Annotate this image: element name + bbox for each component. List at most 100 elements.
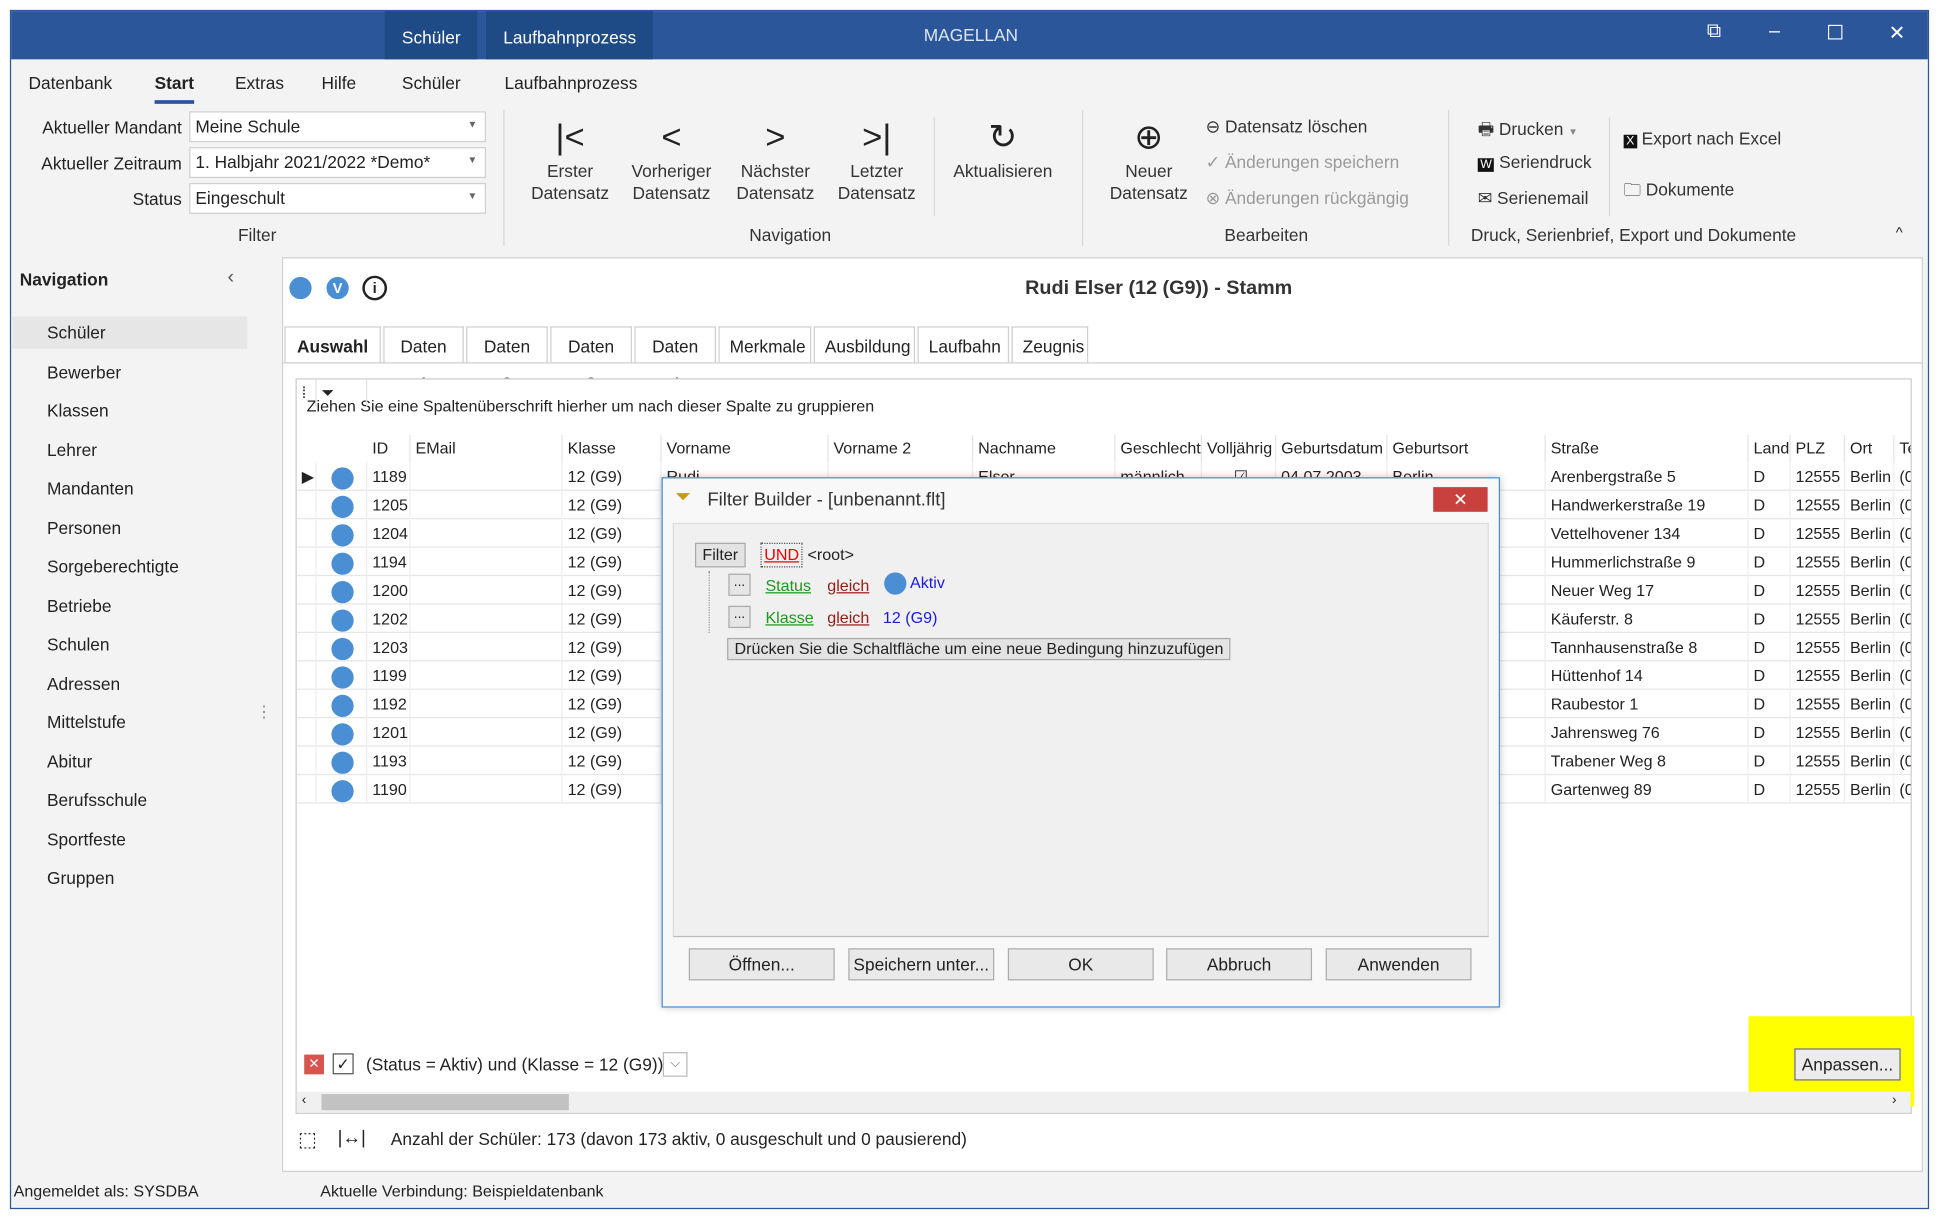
row-indicator[interactable] (296, 547, 317, 577)
cancel-button[interactable]: Abbruch (1166, 948, 1313, 981)
grid-cell[interactable]: Berlin (1845, 547, 1895, 577)
row-indicator[interactable] (296, 689, 317, 719)
grid-cell[interactable] (410, 632, 563, 662)
grid-cell[interactable]: Berlin (1845, 661, 1895, 690)
grid-cell[interactable]: 1190 (367, 775, 411, 804)
grid-cell[interactable]: 1193 (367, 746, 411, 776)
menu-schueler[interactable]: Schüler (402, 73, 461, 93)
group-operator[interactable]: UND (760, 542, 803, 568)
grid-cell[interactable]: 12555 (1790, 775, 1846, 804)
grid-cell[interactable] (410, 462, 563, 491)
collapse-ribbon-icon[interactable]: ^ (1896, 224, 1903, 241)
dialog-close-button[interactable]: ✕ (1433, 487, 1488, 512)
condition-value[interactable]: Aktiv (884, 572, 945, 595)
previous-record-button[interactable]: < Vorheriger Datensatz (624, 115, 718, 204)
info-icon[interactable]: i (362, 275, 388, 301)
grid-cell[interactable]: 1189 (367, 462, 411, 491)
tab[interactable]: Merkmale (718, 326, 812, 364)
filter-history-dropdown[interactable]: ⌵ (662, 1052, 688, 1077)
clear-filter-icon[interactable]: ✕ (304, 1054, 324, 1075)
grid-cell[interactable]: 12555 (1790, 576, 1846, 605)
grid-cell[interactable]: (0 (1894, 775, 1911, 804)
nav-item[interactable]: Klassen (12, 394, 247, 426)
grid-cell[interactable]: (0 (1894, 462, 1911, 491)
grid-cell[interactable]: 12 (G9) (562, 775, 662, 804)
grid-cell[interactable]: D (1748, 746, 1791, 776)
grid-cell[interactable]: D (1748, 576, 1791, 605)
tab[interactable]: Ausbildung (813, 326, 916, 364)
column-header[interactable]: Vorname 2 (829, 435, 974, 463)
grid-cell[interactable]: Hüttenhof 14 (1545, 661, 1749, 690)
grid-cell[interactable]: 12 (G9) (562, 576, 662, 605)
filter-root-button[interactable]: Filter (694, 542, 746, 568)
fit-columns-icon[interactable]: |↔| (338, 1128, 366, 1149)
filter-enabled-checkbox[interactable]: ✓ (332, 1053, 354, 1075)
grid-cell[interactable]: (0 (1894, 661, 1911, 690)
tab[interactable]: Zeugnis (1011, 326, 1089, 364)
grid-cell[interactable]: 1201 (367, 718, 411, 747)
nav-item[interactable]: Abitur (12, 745, 247, 777)
close-button[interactable]: ✕ (1878, 21, 1915, 46)
v-icon[interactable]: V (326, 276, 349, 300)
column-header[interactable]: Vorname (662, 435, 829, 463)
grid-cell[interactable]: Neuer Weg 17 (1545, 576, 1749, 605)
mandant-select[interactable]: Meine Schule ▼ (189, 111, 486, 143)
grid-cell[interactable]: (0 (1894, 747, 1911, 776)
row-indicator[interactable] (296, 490, 317, 520)
grid-cell[interactable]: 12 (G9) (562, 547, 662, 577)
filter-expression[interactable]: (Status = Aktiv) und (Klasse = 12 (G9)) (366, 1055, 663, 1075)
grid-cell[interactable]: 12555 (1790, 661, 1846, 690)
new-record-button[interactable]: ⊕ Neuer Datensatz (1099, 115, 1198, 204)
condition-value[interactable]: 12 (G9) (883, 608, 938, 627)
next-record-button[interactable]: > Nächster Datensatz (728, 115, 822, 204)
grid-cell[interactable]: (0 (1894, 576, 1911, 605)
grid-cell[interactable]: Handwerkerstraße 19 (1545, 490, 1749, 520)
nav-item[interactable]: Mittelstufe (12, 706, 247, 738)
column-header[interactable]: Straße (1546, 435, 1749, 463)
grid-cell[interactable]: 12555 (1790, 604, 1846, 633)
grid-cell[interactable]: 12 (G9) (562, 632, 662, 662)
select-all-icon[interactable]: ⬚ (298, 1128, 317, 1153)
grid-cell[interactable]: 12 (G9) (562, 519, 662, 548)
grid-cell[interactable] (410, 689, 563, 719)
grid-cell[interactable]: 12 (G9) (562, 462, 662, 491)
serial-print-button[interactable]: W Seriendruck (1477, 152, 1592, 172)
grid-cell[interactable]: Hummerlichstraße 9 (1545, 547, 1749, 577)
column-header[interactable]: EMail (411, 435, 563, 463)
grid-cell[interactable]: (0 (1894, 690, 1911, 719)
condition-menu-button[interactable]: ... (728, 605, 751, 629)
row-indicator[interactable] (296, 604, 317, 633)
menu-datenbank[interactable]: Datenbank (28, 73, 112, 93)
column-header[interactable]: Te (1894, 435, 1910, 462)
documents-button[interactable]: 🗀 Dokumente (1624, 177, 1735, 207)
menu-laufbahnprozess[interactable]: Laufbahnprozess (505, 73, 638, 93)
grid-cell[interactable] (410, 718, 563, 747)
grid-cell[interactable]: Berlin (1845, 632, 1895, 662)
nav-item[interactable]: Adressen (12, 667, 247, 699)
column-header[interactable]: Nachname (973, 435, 1116, 463)
grid-cell[interactable]: Berlin (1845, 718, 1895, 747)
grid-cell[interactable]: 12 (G9) (562, 718, 662, 747)
tab[interactable]: Daten 3 (550, 326, 632, 393)
menu-hilfe[interactable]: Hilfe (322, 73, 357, 93)
nav-item[interactable]: Gruppen (12, 862, 247, 894)
grid-cell[interactable]: (0 (1894, 633, 1911, 662)
grid-cell[interactable] (410, 519, 563, 548)
first-record-button[interactable]: |< Erster Datensatz (523, 115, 617, 204)
grid-cell[interactable]: Berlin (1845, 689, 1895, 719)
scroll-left-icon[interactable]: ‹ (302, 1093, 307, 1108)
tab[interactable]: Daten 4 (634, 326, 716, 393)
grid-cell[interactable]: Tannhausenstraße 8 (1545, 632, 1749, 662)
row-indicator[interactable] (296, 718, 317, 747)
row-indicator[interactable] (296, 775, 317, 804)
save-as-button[interactable]: Speichern unter... (848, 948, 995, 981)
status-select[interactable]: Eingeschult ▼ (189, 182, 486, 214)
column-header[interactable]: Land (1749, 435, 1791, 463)
grid-cell[interactable]: Berlin (1845, 576, 1895, 605)
row-indicator[interactable] (296, 632, 317, 662)
scrollbar-thumb[interactable] (321, 1094, 569, 1111)
nav-item[interactable]: Schüler (12, 316, 248, 349)
column-header[interactable]: Geburtsort (1387, 435, 1546, 463)
grid-cell[interactable]: 1199 (367, 661, 411, 690)
grid-cell[interactable] (410, 547, 563, 577)
